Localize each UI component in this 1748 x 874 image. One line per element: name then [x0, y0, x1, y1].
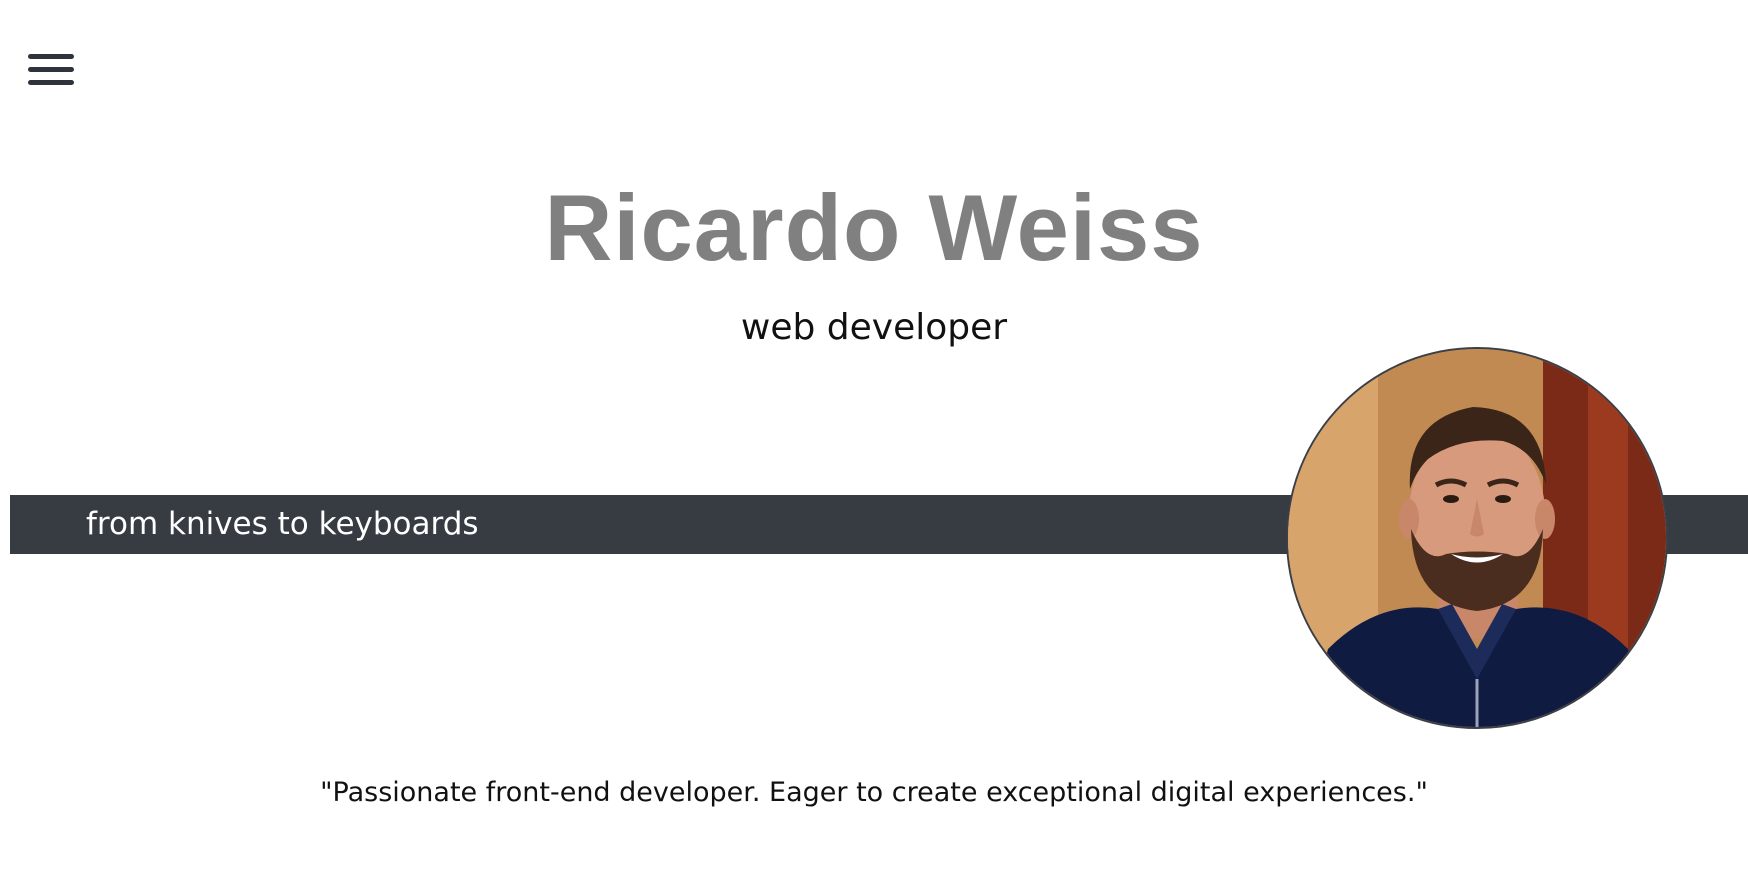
- page-title: Ricardo Weiss: [544, 175, 1204, 280]
- hamburger-menu-icon-bar: [28, 67, 74, 72]
- menu-button[interactable]: [28, 54, 74, 86]
- hamburger-menu-icon-bar: [28, 80, 74, 85]
- profile-photo-illustration: [1288, 349, 1666, 727]
- job-title: web developer: [740, 307, 1008, 348]
- tagline: from knives to keyboards: [86, 506, 479, 542]
- hamburger-menu-icon: [28, 54, 74, 59]
- bio-quote: "Passionate front-end developer. Eager t…: [320, 777, 1428, 808]
- profile-photo: [1286, 347, 1668, 729]
